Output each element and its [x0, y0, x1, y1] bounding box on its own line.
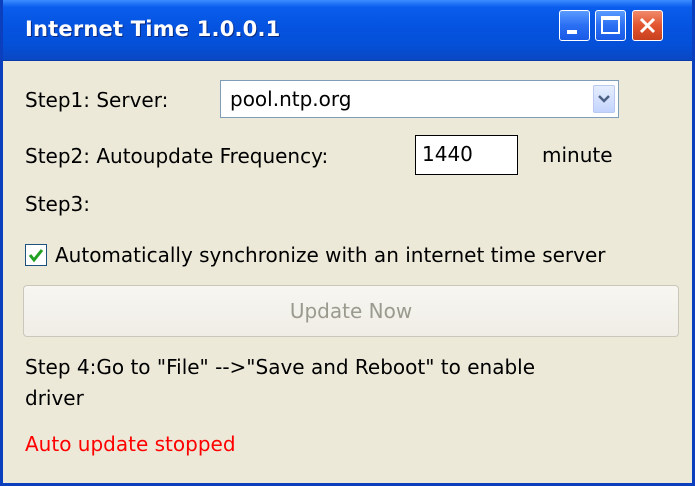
maximize-button[interactable] — [595, 10, 626, 41]
window-title: Internet Time 1.0.0.1 — [25, 17, 281, 41]
step4-line2: driver — [25, 386, 84, 410]
minimize-button[interactable] — [559, 10, 590, 41]
status-text: Auto update stopped — [25, 432, 236, 456]
minimize-icon — [567, 30, 577, 34]
frequency-input[interactable]: 1440 — [415, 135, 518, 175]
close-button[interactable] — [632, 10, 663, 41]
close-icon — [639, 17, 656, 34]
dropdown-button[interactable] — [593, 85, 615, 113]
internet-time-window: Internet Time 1.0.0.1 Step1: Server: poo… — [0, 0, 695, 486]
update-now-button[interactable]: Update Now — [23, 285, 679, 337]
step4-line1: Step 4:Go to "File" -->"Save and Reboot"… — [25, 355, 536, 379]
step2-label: Step2: Autoupdate Frequency: — [25, 144, 329, 168]
server-combobox[interactable]: pool.ntp.org — [220, 80, 619, 118]
auto-sync-label[interactable]: Automatically synchronize with an intern… — [55, 243, 606, 267]
server-value: pool.ntp.org — [230, 87, 352, 111]
auto-sync-checkbox[interactable] — [25, 244, 47, 266]
chevron-down-icon — [598, 95, 610, 103]
checkmark-icon — [28, 249, 44, 263]
step3-label: Step3: — [25, 192, 90, 216]
frequency-unit-label: minute — [542, 143, 613, 167]
step1-label: Step1: Server: — [25, 88, 169, 112]
title-bar[interactable]: Internet Time 1.0.0.1 — [3, 0, 692, 61]
update-now-label: Update Now — [289, 299, 413, 323]
maximize-icon — [601, 16, 620, 34]
